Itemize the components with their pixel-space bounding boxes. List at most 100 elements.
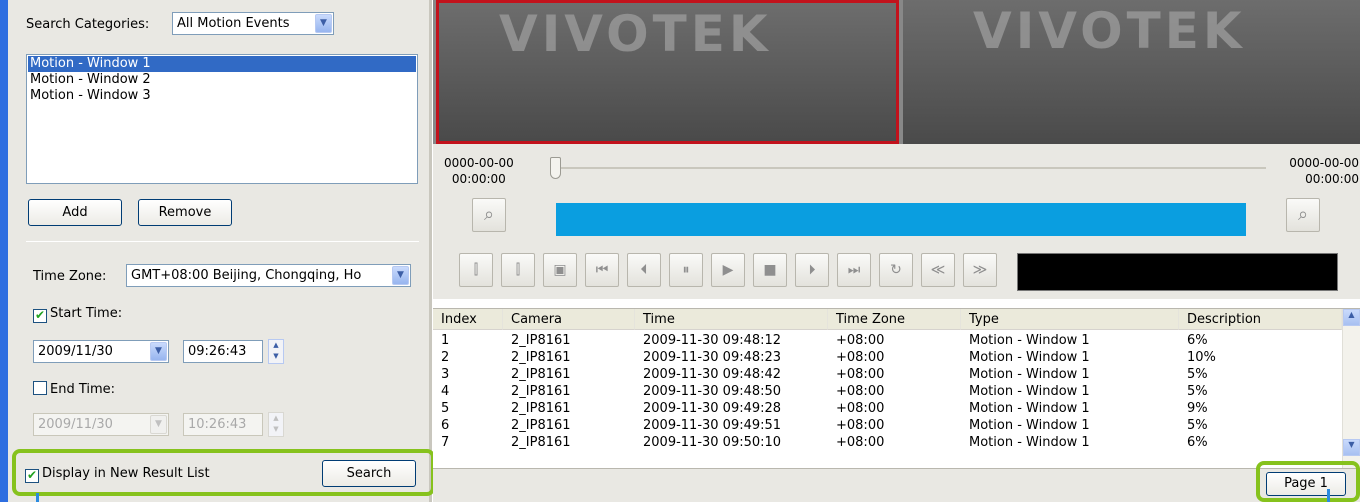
fast-forward-icon[interactable]: ≫ <box>963 253 997 287</box>
table-cell: Motion - Window 1 <box>969 435 1090 450</box>
end-time-input: 10:26:43 <box>183 413 263 436</box>
timeline-start-time: 00:00:00 <box>451 172 506 186</box>
table-cell: Motion - Window 1 <box>969 418 1090 433</box>
window-edge <box>0 0 8 502</box>
play-icon[interactable]: ▶ <box>711 253 745 287</box>
table-cell: 2009-11-30 09:48:42 <box>643 367 782 382</box>
chevron-down-icon[interactable]: ▼ <box>150 342 167 361</box>
chevron-down-icon[interactable]: ▼ <box>392 266 409 285</box>
col-header[interactable]: Description <box>1179 309 1342 330</box>
table-cell: 2009-11-30 09:48:50 <box>643 384 782 399</box>
end-date-select: 2009/11/30 ▼ <box>33 413 169 436</box>
pointer-marker <box>1327 489 1330 502</box>
table-row[interactable]: 1 2_IP8161 2009-11-30 09:48:12 +08:00 Motion… <box>433 333 1342 349</box>
start-time-input[interactable]: 09:26:43 <box>183 340 263 363</box>
speed-display <box>1017 253 1338 291</box>
end-time-checkbox[interactable]: End Time: <box>33 381 115 397</box>
mark-out-icon[interactable]: ⫿ <box>501 253 535 287</box>
zoom-in-icon[interactable]: ⌕ <box>472 198 506 232</box>
mark-in-icon[interactable]: ⫿ <box>459 253 493 287</box>
search-button[interactable]: Search <box>322 460 416 487</box>
last-frame-icon[interactable]: ⏭ <box>837 253 871 287</box>
col-header[interactable]: Time Zone <box>828 309 961 330</box>
table-cell: 2_IP8161 <box>511 418 571 433</box>
timezone-select[interactable]: GMT+08:00 Beijing, Chongqing, Ho ▼ <box>126 264 411 287</box>
pause-icon[interactable]: ⏸ <box>669 253 703 287</box>
checkbox-checked-icon[interactable]: ✔ <box>33 309 47 323</box>
checkbox-checked-icon[interactable]: ✔ <box>25 469 39 483</box>
list-item[interactable]: Motion - Window 1 <box>28 56 416 72</box>
table-cell: 5% <box>1187 384 1208 399</box>
table-row[interactable]: 3 2_IP8161 2009-11-30 09:48:42 +08:00 Motion… <box>433 367 1342 383</box>
table-cell: 2009-11-30 09:48:12 <box>643 333 782 348</box>
table-cell: 6 <box>441 418 450 433</box>
table-cell: +08:00 <box>836 384 885 399</box>
table-cell: 3 <box>441 367 450 382</box>
start-date-select[interactable]: 2009/11/30 ▼ <box>33 340 169 363</box>
table-cell: 5% <box>1187 418 1208 433</box>
table-cell: 1 <box>441 333 450 348</box>
loop-icon[interactable]: ↻ <box>879 253 913 287</box>
snapshot-icon[interactable]: ▣ <box>543 253 577 287</box>
list-item[interactable]: Motion - Window 2 <box>28 72 416 88</box>
scroll-up-icon[interactable]: ▲ <box>1343 309 1360 326</box>
previous-icon[interactable]: ⏴ <box>627 253 661 287</box>
col-header[interactable]: Type <box>961 309 1179 330</box>
scroll-down-icon[interactable]: ▼ <box>1343 439 1360 456</box>
table-cell: 5% <box>1187 367 1208 382</box>
table-cell: 2_IP8161 <box>511 384 571 399</box>
start-time-spinner[interactable]: ▲ ▼ <box>268 339 284 364</box>
table-cell: 2_IP8161 <box>511 367 571 382</box>
search-categories-value: All Motion Events <box>177 16 290 31</box>
checkbox-unchecked-icon[interactable] <box>33 381 47 395</box>
search-categories-label: Search Categories: <box>26 17 150 32</box>
table-cell: 9% <box>1187 401 1208 416</box>
category-list[interactable]: Motion - Window 1 Motion - Window 2 Motion… <box>26 54 418 184</box>
table-cell: 2009-11-30 09:48:23 <box>643 350 782 365</box>
rewind-icon[interactable]: ≪ <box>921 253 955 287</box>
chevron-down-icon[interactable]: ▼ <box>315 14 332 33</box>
video-pane-2[interactable]: VIVOTEK <box>903 0 1360 144</box>
table-cell: +08:00 <box>836 418 885 433</box>
table-cell: +08:00 <box>836 333 885 348</box>
col-header[interactable]: Camera <box>503 309 635 330</box>
table-row[interactable]: 6 2_IP8161 2009-11-30 09:49:51 +08:00 Motion… <box>433 418 1342 434</box>
timeline-end-time: 00:00:00 <box>1305 172 1359 186</box>
chevron-down-icon: ▼ <box>150 415 167 434</box>
start-time-checkbox[interactable]: ✔ Start Time: <box>33 306 122 323</box>
video-pane-1[interactable]: VIVOTEK <box>436 0 899 144</box>
remove-button[interactable]: Remove <box>138 199 232 226</box>
pointer-marker <box>36 493 39 502</box>
table-cell: Motion - Window 1 <box>969 401 1090 416</box>
table-row[interactable]: 7 2_IP8161 2009-11-30 09:50:10 +08:00 Motion… <box>433 435 1342 451</box>
end-time-spinner: ▲ ▼ <box>268 412 284 437</box>
table-row[interactable]: 5 2_IP8161 2009-11-30 09:49:28 +08:00 Motion… <box>433 401 1342 417</box>
first-frame-icon[interactable]: ⏮ <box>585 253 619 287</box>
table-cell: 2009-11-30 09:49:51 <box>643 418 782 433</box>
display-new-result-checkbox[interactable]: ✔ Display in New Result List <box>25 466 210 483</box>
table-cell: 2 <box>441 350 450 365</box>
page-indicator[interactable]: Page 1 <box>1266 472 1346 496</box>
table-scrollbar[interactable]: ▲ ▼ <box>1342 309 1360 469</box>
col-header[interactable]: Index <box>433 309 503 330</box>
table-row[interactable]: 2 2_IP8161 2009-11-30 09:48:23 +08:00 Motion… <box>433 350 1342 366</box>
table-cell: Motion - Window 1 <box>969 384 1090 399</box>
vivotek-logo: VIVOTEK <box>499 5 772 63</box>
list-item[interactable]: Motion - Window 3 <box>28 88 416 104</box>
table-cell: +08:00 <box>836 367 885 382</box>
next-frame-icon[interactable]: ⏵ <box>795 253 829 287</box>
result-table[interactable]: Index Camera Time Time Zone Type Descrip… <box>433 308 1360 469</box>
timeline-slider-thumb[interactable] <box>550 157 561 179</box>
table-body: 1 2_IP8161 2009-11-30 09:48:12 +08:00 Motion… <box>433 333 1342 469</box>
add-button[interactable]: Add <box>28 199 122 226</box>
progress-bar <box>556 203 1246 236</box>
table-cell: 7 <box>441 435 450 450</box>
zoom-out-icon[interactable]: ⌕ <box>1286 198 1320 232</box>
col-header[interactable]: Time <box>635 309 828 330</box>
table-row[interactable]: 4 2_IP8161 2009-11-30 09:48:50 +08:00 Motion… <box>433 384 1342 400</box>
start-time-label: Start Time: <box>50 306 123 321</box>
stop-icon[interactable]: ■ <box>753 253 787 287</box>
table-cell: 2009-11-30 09:49:28 <box>643 401 782 416</box>
search-categories-select[interactable]: All Motion Events ▼ <box>172 12 334 35</box>
timeline-track[interactable] <box>556 167 1266 169</box>
